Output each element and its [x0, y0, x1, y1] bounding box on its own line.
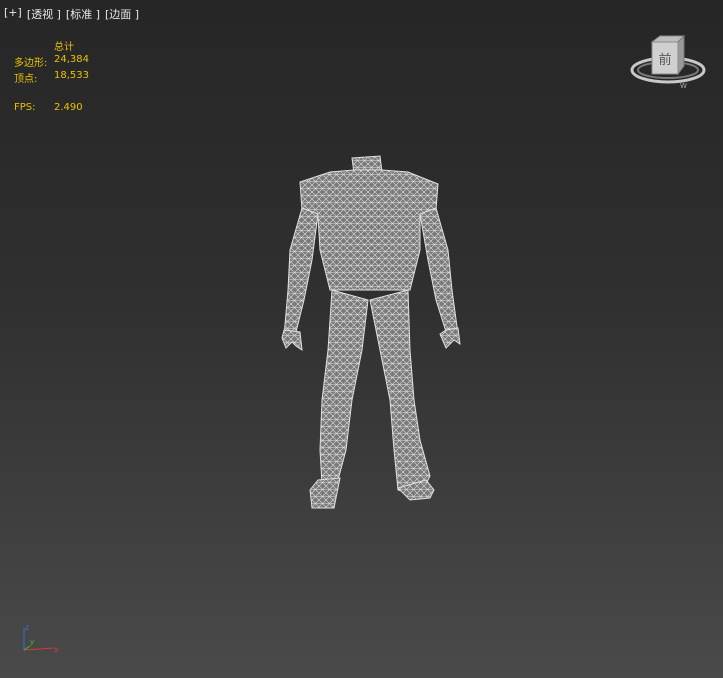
axis-x-label: x [54, 645, 59, 654]
left-arm-mesh [283, 207, 319, 341]
axis-z-label: z [25, 623, 29, 632]
axis-y-label: y [30, 638, 34, 646]
polygons-label: 多边形: [14, 58, 48, 69]
left-hand-mesh [281, 329, 303, 352]
viewcube-front-label: 前 [658, 52, 671, 68]
left-leg-mesh [319, 289, 369, 485]
right-arm-mesh [419, 207, 459, 339]
stats-header: 总计 [54, 42, 74, 53]
viewport-menu-edged-faces[interactable]: [边面 ] [105, 6, 139, 22]
axis-tripod: x y z [16, 622, 60, 656]
right-leg-mesh [369, 289, 431, 497]
viewport-menu-standard[interactable]: [标准 ] [66, 6, 100, 22]
viewport-label-bar: [+] [透视 ] [标准 ] [边面 ] [4, 6, 139, 22]
left-boot-mesh [309, 477, 341, 509]
right-hand-mesh [439, 327, 461, 349]
fps-value: 2.490 [54, 102, 83, 113]
character-wireframe-model [270, 150, 470, 520]
vertices-value: 18,533 [54, 70, 89, 81]
vertices-label: 顶点: [14, 74, 38, 85]
torso-mesh [299, 169, 439, 291]
fps-label: FPS: [14, 102, 36, 113]
viewport-menu-perspective[interactable]: [透视 ] [27, 6, 61, 22]
viewcube[interactable]: 前 W [628, 32, 708, 92]
viewcube-right-face[interactable] [677, 34, 685, 76]
viewport-menu-plus[interactable]: [+] [4, 6, 22, 22]
polygons-value: 24,384 [54, 54, 89, 65]
viewcube-compass-mark: W [680, 82, 687, 90]
